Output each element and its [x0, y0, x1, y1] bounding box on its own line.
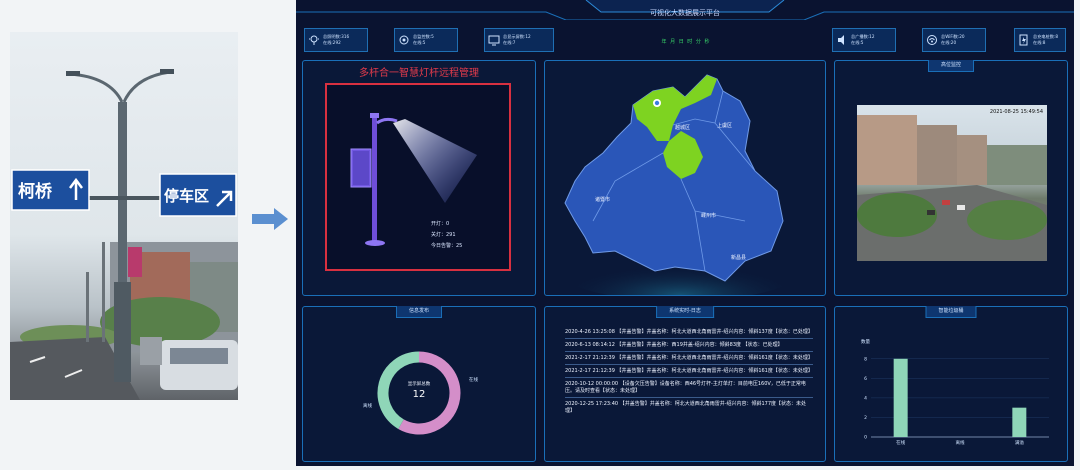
log-entry: 2021-2-17 21:12:39 【井盖告警】井盖名称：柯北大道西北角雨雷井… [565, 368, 813, 378]
donut-center-value: 12 [412, 389, 426, 400]
stat-monitoring-online: 在线:5 [413, 40, 426, 45]
bar-y-tick-label: 4 [864, 395, 867, 401]
stat-lighting[interactable]: 总照明数:316 在线:292 [304, 28, 368, 52]
pole-frame: 开灯：0 关灯：291 今日告警：25 [325, 83, 511, 271]
district-label: 嵊州市 [701, 212, 716, 219]
street-light-photo: 柯桥 停车区 [10, 32, 238, 400]
stat-charger-online: 在线:8 [1033, 40, 1046, 45]
district-label: 越城区 [675, 124, 690, 131]
sign-left-text: 柯桥 [18, 181, 53, 202]
donut-panel: 信息发布 显示屏总数 12 在线 离线 [302, 306, 536, 462]
stat-broadcast[interactable]: 总广播数:12 在线:5 [832, 28, 896, 52]
stat-wifi[interactable]: 总WiFi数:20 在线:20 [922, 28, 986, 52]
bar-y-axis-title: 数量 [861, 338, 870, 345]
bar-panel-title: 智能垃圾桶 [925, 306, 977, 318]
bar-chart: 数量 0 2 4 6 8 在线 离线 满溢 [861, 338, 1049, 446]
log-entry: 2020-10-12 00:00:00 【设备欠压告警】设备名称：西46号灯杆-… [565, 381, 813, 398]
bar-y-tick-label: 6 [864, 376, 867, 382]
bar-x-tick-label: 离线 [956, 439, 965, 446]
speaker-icon [838, 35, 844, 45]
clock-text: 年 月 日 时 分 秒 [661, 39, 711, 45]
bar-在线[interactable] [893, 358, 908, 437]
camera-timestamp: 2021-08-25 15:49:54 [989, 109, 1043, 115]
bar-x-tick-label: 在线 [896, 439, 905, 446]
map-panel[interactable]: 越城区 上虞区 诸暨市 嵊州市 新昌县 [544, 60, 826, 301]
dashboard: 可视化大数据展示平台 年 月 日 时 分 秒 总照明数:316 在线:292 总监… [296, 0, 1074, 466]
log-panel: 系统实时-日志 2020-4-26 13:25:08 【井盖告警】井盖名称：柯北… [544, 306, 826, 462]
log-entry: 2020-12-25 17:23:40 【井盖告警】井盖名称：柯北大道西北角雨雷… [565, 401, 807, 414]
stat-display-screens[interactable]: 总显示屏数:12 在线:7 [484, 28, 554, 52]
log-list: 2020-4-26 13:25:08 【井盖告警】井盖名称：柯北大道西北角雨雷井… [565, 329, 813, 415]
camera-scene [857, 115, 1047, 261]
district-label: 诸暨市 [595, 196, 610, 203]
pole-alarm-count: 今日告警：25 [431, 243, 463, 249]
camera-feed[interactable]: 2021-08-25 15:49:54 [857, 105, 1047, 261]
pole-panel: 多杆合一智慧灯杆远程管理 开灯：0 关灯：291 今日告警：25 [302, 60, 536, 296]
dashboard-title-bar: 可视化大数据展示平台 [296, 0, 1074, 20]
charger-icon [1019, 34, 1028, 46]
log-entry: 2020-4-26 13:25:08 【井盖告警】井盖名称：柯北大道西北角雨雷井… [565, 329, 813, 339]
bar-满溢[interactable] [1012, 407, 1027, 437]
shaoxing-map[interactable]: 越城区 上虞区 诸暨市 嵊州市 新昌县 [545, 61, 825, 301]
stat-wifi-online: 在线:20 [941, 40, 957, 45]
monitor-icon [488, 35, 500, 46]
pole-panel-title: 多杆合一智慧灯杆远程管理 [359, 68, 479, 79]
pole-off-count: 关灯：291 [431, 232, 456, 238]
arrow-right-icon [252, 208, 288, 230]
bar-y-tick-label: 8 [864, 356, 867, 362]
stat-lighting-online: 在线:292 [323, 40, 341, 45]
stat-charger[interactable]: 总充电桩数:8 在线:8 [1014, 28, 1066, 52]
wifi-ap-icon [927, 35, 937, 45]
camera-panel-title: 高位监控 [927, 60, 975, 72]
log-entry: 2020-6-13 08:14:12 【井盖告警】井盖名称：西19井盖-绍兴内容… [565, 342, 813, 352]
dashboard-title: 可视化大数据展示平台 [650, 9, 720, 17]
pole-on-count: 开灯：0 [431, 221, 450, 227]
bar-x-tick-label: 满溢 [1015, 439, 1024, 446]
sign-right-text: 停车区 [164, 187, 209, 205]
donut-panel-title: 信息发布 [395, 306, 443, 318]
donut-label-on: 在线 [469, 378, 478, 383]
bar-y-tick-label: 2 [864, 415, 867, 421]
street-scene-drawing: 柯桥 停车区 [10, 69, 238, 400]
stat-display-online: 在线:7 [503, 40, 516, 45]
log-panel-title: 系统实时-日志 [656, 306, 714, 318]
bar-y-tick-label: 0 [864, 435, 867, 441]
donut-label-off: 离线 [363, 404, 372, 409]
district-label: 新昌县 [731, 254, 746, 261]
bar-panel: 智能垃圾桶 数量 0 2 4 6 8 在线 离线 满溢 [834, 306, 1068, 462]
wifi-icon [399, 35, 409, 45]
stat-broadcast-online: 在线:5 [851, 40, 864, 45]
camera-panel: 高位监控 2021-08-25 15:49:54 [834, 60, 1068, 296]
district-label: 上虞区 [717, 122, 732, 129]
smart-pole-illustration [350, 113, 477, 246]
stat-monitoring[interactable]: 总监控数:5 在线:5 [394, 28, 458, 52]
log-entry: 2021-2-17 21:12:39 【井盖告警】井盖名称：柯北大道西北角雨雷井… [565, 355, 813, 365]
donut-center-label: 显示屏总数 [407, 382, 431, 387]
lamp-icon [309, 35, 319, 45]
